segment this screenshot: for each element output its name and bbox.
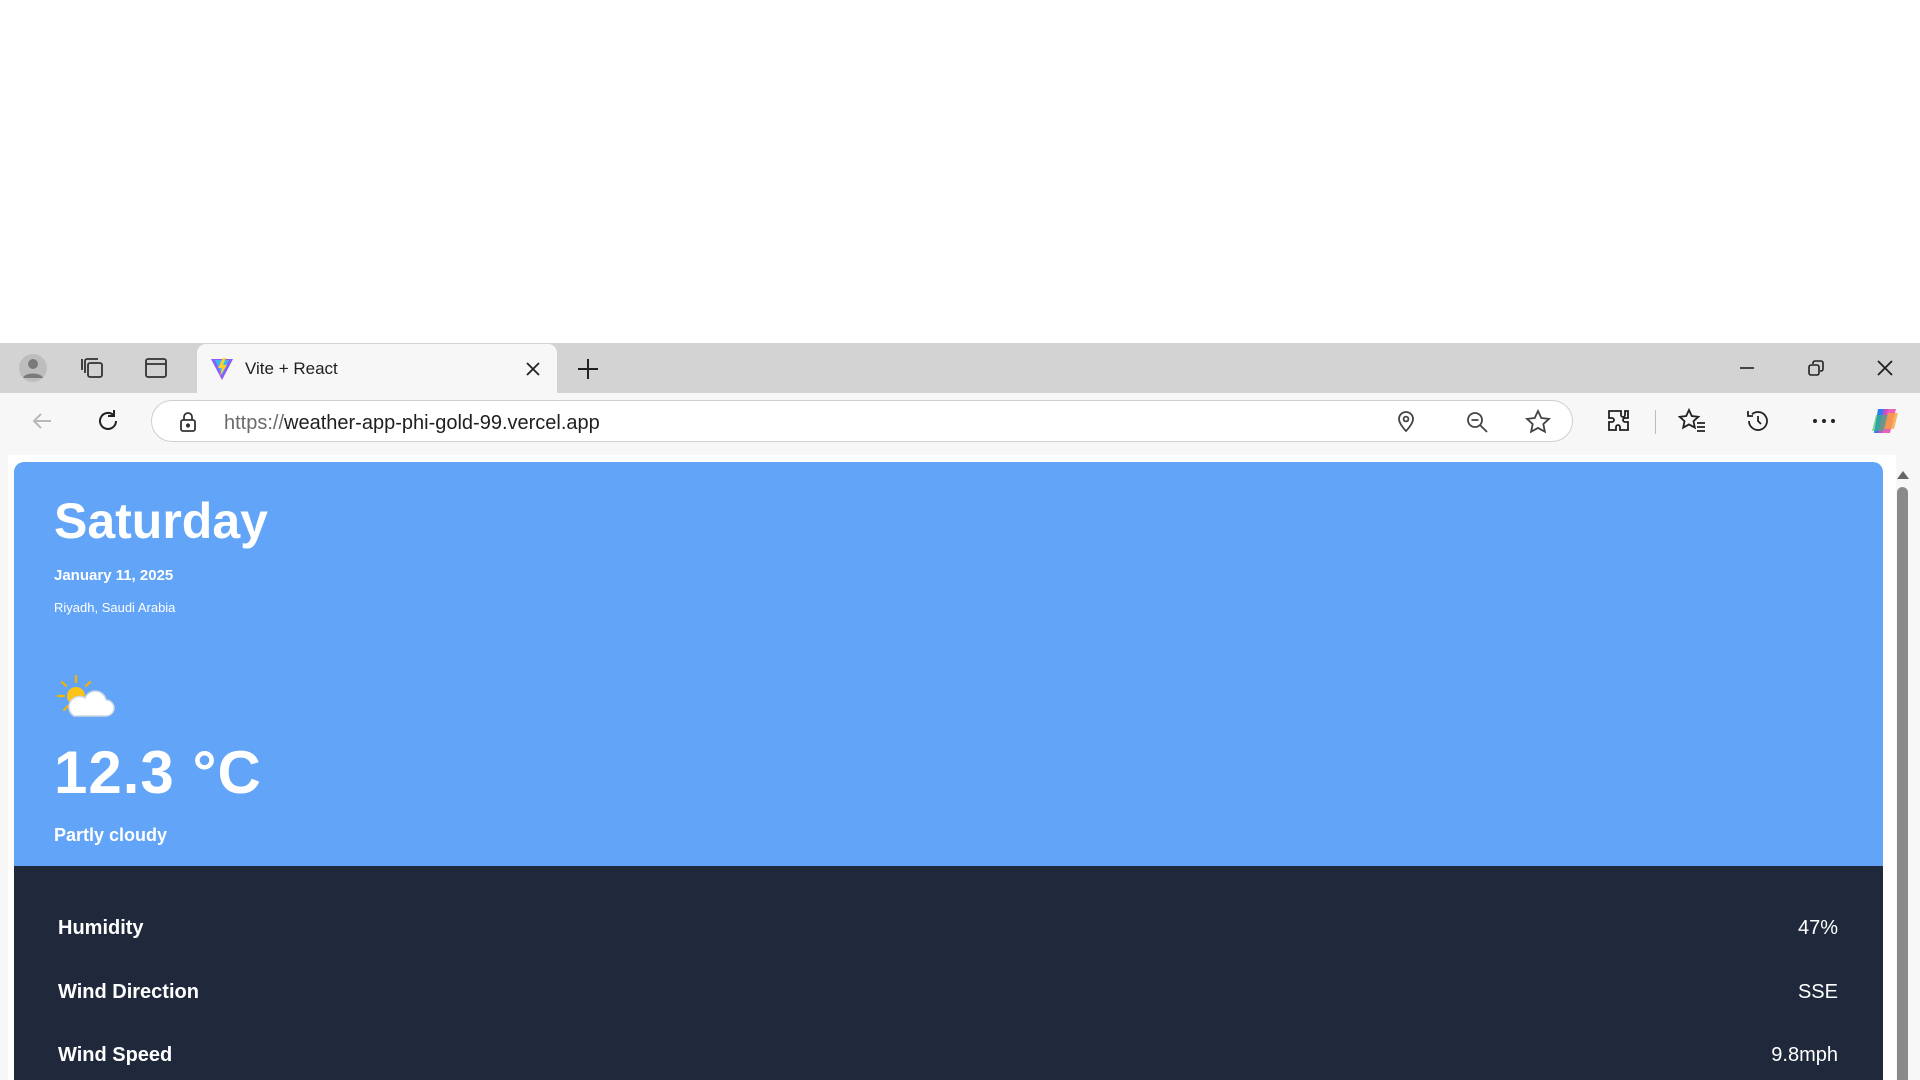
browser-window: Vite + React https://weather-app-phi-gol… [0, 343, 1920, 1080]
address-bar[interactable]: https://weather-app-phi-gold-99.vercel.a… [151, 400, 1573, 442]
back-arrow-icon[interactable] [24, 403, 60, 439]
detail-row-humidity: Humidity 47% [58, 917, 1838, 947]
weather-details-panel: Humidity 47% Wind Direction SSE Wind Spe… [14, 866, 1883, 1080]
lock-icon[interactable] [174, 408, 202, 436]
tab-title: Vite + React [245, 359, 338, 378]
day-name: Saturday [54, 493, 268, 549]
tab-strip: Vite + React [0, 343, 1920, 393]
tab-active[interactable]: Vite + React [197, 344, 557, 393]
collections-icon[interactable] [78, 353, 108, 383]
detail-label: Humidity [58, 917, 144, 939]
toolbar-divider [1655, 410, 1656, 434]
tab-close-icon[interactable] [522, 358, 544, 380]
detail-label: Wind Speed [58, 1044, 173, 1066]
extensions-icon[interactable] [1601, 403, 1637, 439]
location-text: Riyadh, Saudi Arabia [54, 600, 176, 615]
page-scrollbar[interactable] [1893, 465, 1911, 1080]
scroll-thumb[interactable] [1897, 487, 1908, 1080]
page-viewport: Saturday January 11, 2025 Riyadh, Saudi … [8, 455, 1896, 1080]
detail-label: Wind Direction [58, 981, 199, 1003]
weather-card: Saturday January 11, 2025 Riyadh, Saudi … [14, 462, 1883, 866]
vite-logo-icon [209, 356, 235, 387]
detail-row-wind-speed: Wind Speed 9.8mph [58, 1044, 1838, 1074]
detail-value: 47% [1797, 917, 1838, 939]
restore-icon[interactable] [1796, 353, 1836, 383]
scroll-up-arrow-icon[interactable] [1897, 471, 1909, 479]
partly-cloudy-icon [56, 674, 116, 724]
vertical-tabs-icon[interactable] [141, 353, 171, 383]
history-icon[interactable] [1740, 403, 1776, 439]
more-options-icon[interactable] [1806, 403, 1842, 439]
zoom-out-icon[interactable] [1463, 408, 1491, 436]
detail-row-wind-direction: Wind Direction SSE [58, 981, 1838, 1011]
profile-icon[interactable] [18, 353, 48, 383]
favorite-star-icon[interactable] [1524, 408, 1552, 436]
temperature: 12.3 °C [54, 739, 262, 806]
detail-value: SSE [1797, 981, 1838, 1003]
refresh-icon[interactable] [90, 403, 126, 439]
favorites-icon[interactable] [1674, 403, 1710, 439]
new-tab-icon[interactable] [573, 354, 603, 384]
detail-value: 9.8mph [1771, 1044, 1838, 1066]
url-text[interactable]: https://weather-app-phi-gold-99.vercel.a… [224, 412, 600, 435]
condition-text: Partly cloudy [54, 825, 168, 845]
copilot-icon[interactable] [1868, 403, 1904, 439]
date-text: January 11, 2025 [54, 567, 174, 584]
location-pin-icon[interactable] [1392, 408, 1420, 436]
browser-toolbar: https://weather-app-phi-gold-99.vercel.a… [0, 393, 1920, 449]
close-window-icon[interactable] [1865, 353, 1905, 383]
minimize-icon[interactable] [1727, 353, 1767, 383]
